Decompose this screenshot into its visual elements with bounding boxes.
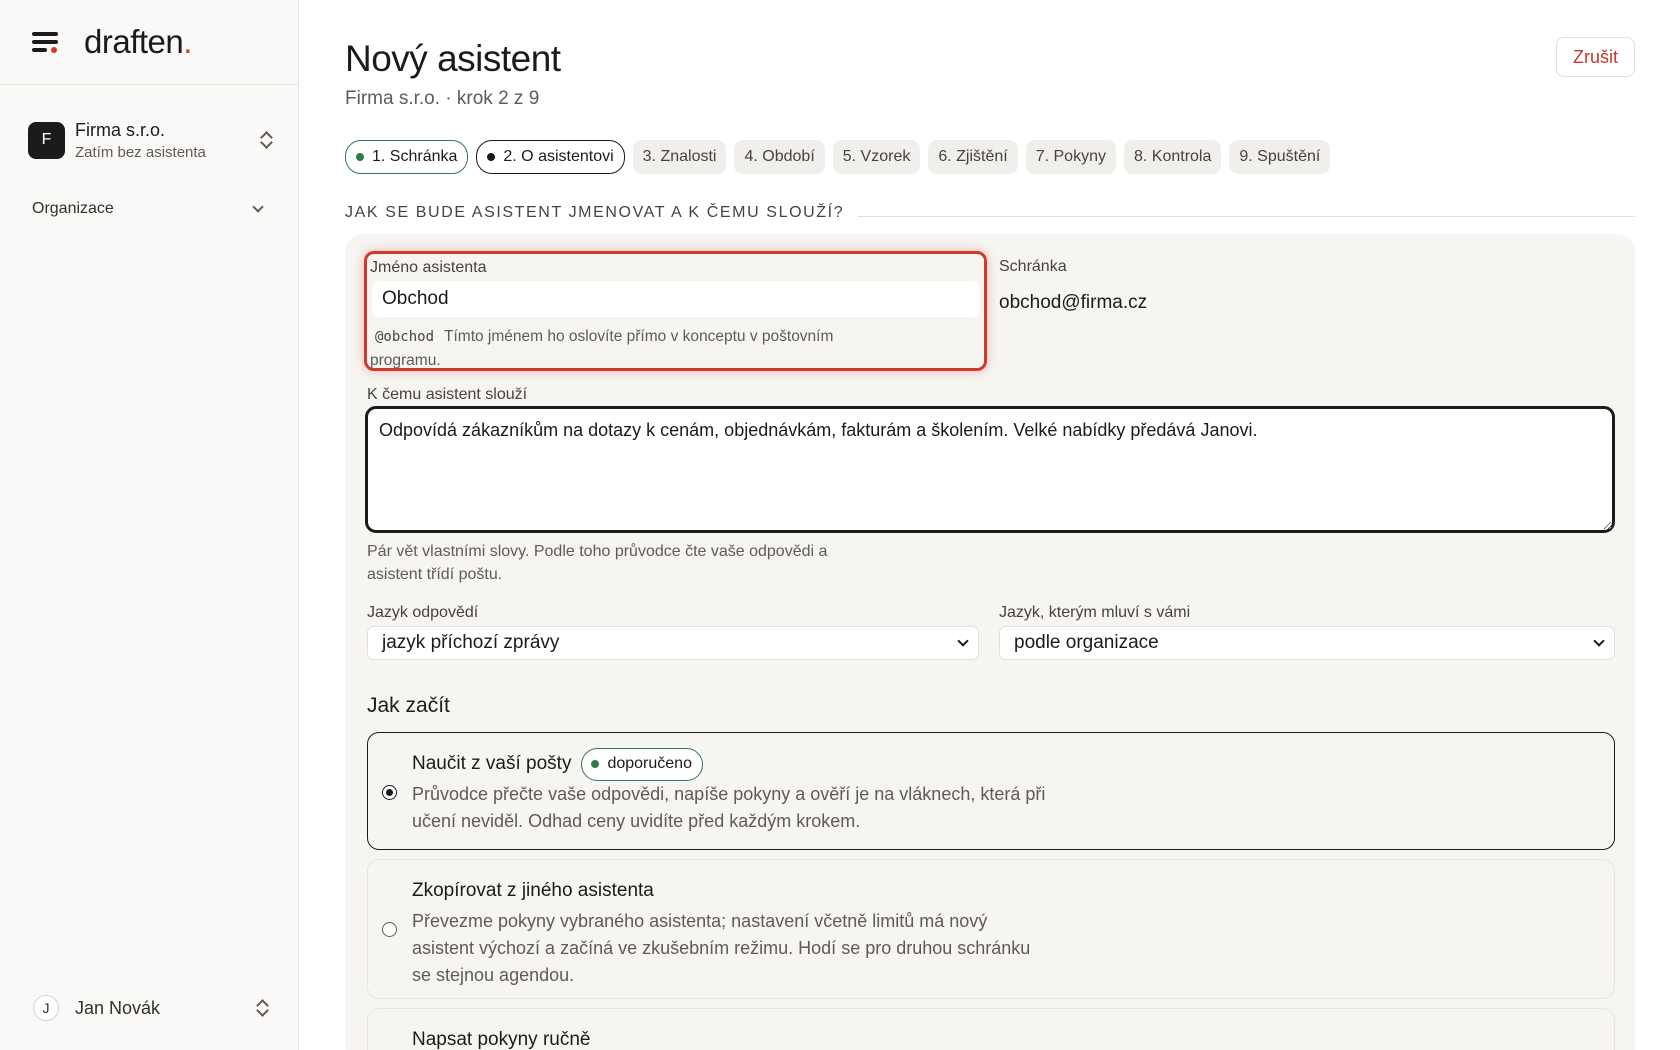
assistant-handle: @obchod xyxy=(375,329,435,345)
chevron-updown-icon xyxy=(255,998,269,1018)
option-title: Naučit z vaší pošty xyxy=(412,753,572,774)
form-card: Jméno asistenta @obchodTímto jménem ho o… xyxy=(345,234,1635,1050)
user-menu[interactable]: J Jan Novák xyxy=(33,995,269,1021)
radio-selected[interactable] xyxy=(382,785,397,800)
step-2[interactable]: 2. O asistentovi xyxy=(476,140,625,174)
user-avatar: J xyxy=(33,995,59,1021)
reply-language-select[interactable]: jazyk příchozí zprávy xyxy=(367,626,979,660)
option-description: Průvodce přečte vaše odpovědi, napíše po… xyxy=(412,784,1046,831)
radio-unselected[interactable] xyxy=(382,922,397,937)
start-section-title: Jak začít xyxy=(367,694,450,717)
brand-bar: draften. xyxy=(0,0,298,85)
step-9[interactable]: 9. Spuštění xyxy=(1229,140,1331,174)
ui-language-value: podle organizace xyxy=(1014,632,1159,653)
section-divider xyxy=(858,215,1635,217)
step-4[interactable]: 4. Období xyxy=(734,140,825,174)
page-title: Nový asistent xyxy=(345,38,561,79)
recommended-badge: doporučeno xyxy=(581,747,703,781)
org-avatar: F xyxy=(28,121,65,159)
assistant-name-input[interactable] xyxy=(372,281,980,317)
sidebar: draften. F Firma s.r.o. Zatím bez asiste… xyxy=(0,0,299,1050)
step-1[interactable]: 1. Schránka xyxy=(345,140,469,174)
option-title: Napsat pokyny ručně xyxy=(412,1029,591,1050)
step-5[interactable]: 5. Vzorek xyxy=(832,140,921,174)
menu-icon[interactable] xyxy=(32,31,60,53)
section-title: Jak se bude asistent jmenovat a k čemu s… xyxy=(345,204,845,221)
badge-dot-icon xyxy=(591,760,600,768)
assistant-name-hint: @obchod Tímto jménem ho oslovíte přímo v … xyxy=(370,328,834,369)
step-8[interactable]: 8. Kontrola xyxy=(1123,140,1222,174)
assistant-name-label: Jméno asistenta xyxy=(370,259,487,276)
step-6[interactable]: 6. Zjištění xyxy=(928,140,1018,174)
purpose-hint: Pár vět vlastními slovy. Podle toho prův… xyxy=(367,543,828,583)
cancel-button[interactable]: Zrušit xyxy=(1556,37,1635,77)
reply-language-value: jazyk příchozí zprávy xyxy=(382,632,560,653)
logo[interactable]: draften. xyxy=(84,23,192,61)
page-subtitle: Firma s.r.o. · krok 2 z 9 xyxy=(345,88,540,109)
step-done-dot-icon xyxy=(356,153,364,161)
step-3[interactable]: 3. Znalosti xyxy=(632,140,727,174)
chevron-down-icon xyxy=(252,201,264,213)
step-current-dot-icon xyxy=(487,153,496,161)
org-switcher[interactable]: F Firma s.r.o. Zatím bez asistenta xyxy=(28,116,273,164)
org-name: Firma s.r.o. xyxy=(75,119,166,140)
assistant-name-group: Jméno asistenta @obchodTímto jménem ho o… xyxy=(364,251,987,371)
ui-language-label: Jazyk, kterým mluví s vámi xyxy=(999,604,1191,621)
chevron-down-icon xyxy=(1593,634,1605,647)
wizard-steps: 1. Schránka 2. O asistentovi 3. Znalosti… xyxy=(345,140,1331,174)
reply-language-label: Jazyk odpovědí xyxy=(367,604,479,621)
purpose-label: K čemu asistent slouží xyxy=(367,386,528,403)
org-status: Zatím bez asistenta xyxy=(75,143,206,161)
start-option-learn[interactable]: Naučit z vaší pošty doporučeno Průvodce … xyxy=(367,732,1615,850)
start-option-copy[interactable]: Zkopírovat z jiného asistenta Převezme p… xyxy=(367,859,1615,999)
chevron-updown-icon xyxy=(259,130,273,150)
option-title: Zkopírovat z jiného asistenta xyxy=(412,880,654,901)
purpose-textarea[interactable]: Odpovídá zákazníkům na dotazy k cenám, o… xyxy=(365,406,1615,533)
sidebar-section-label: Organizace xyxy=(32,200,114,217)
ui-language-select[interactable]: podle organizace xyxy=(999,626,1615,660)
mailbox-value: obchod@firma.cz xyxy=(999,292,1148,313)
mailbox-label: Schránka xyxy=(999,258,1067,275)
start-option-manual[interactable]: Napsat pokyny ručně xyxy=(367,1008,1615,1050)
section-header: Jak se bude asistent jmenovat a k čemu s… xyxy=(345,204,1635,222)
sidebar-section-organizace[interactable]: Organizace xyxy=(32,200,266,218)
option-description: Převezme pokyny vybraného asistenta; nas… xyxy=(412,911,1031,985)
user-name: Jan Novák xyxy=(75,997,161,1018)
chevron-down-icon xyxy=(957,634,969,647)
step-7[interactable]: 7. Pokyny xyxy=(1025,140,1116,174)
